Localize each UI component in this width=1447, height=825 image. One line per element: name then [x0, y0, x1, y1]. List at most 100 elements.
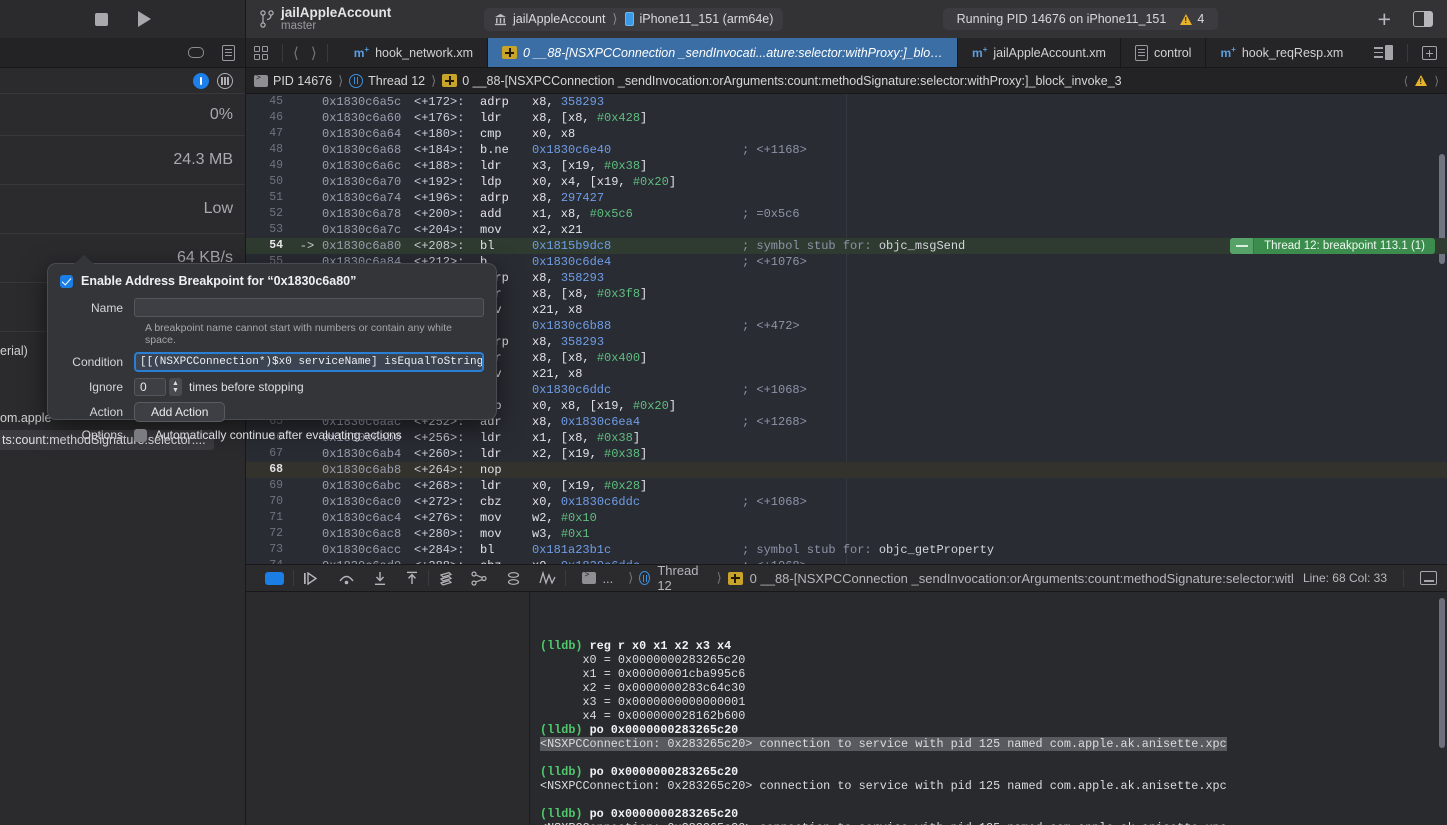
cpu-gauge-icon[interactable] [193, 72, 209, 89]
name-hint: A breakpoint name cannot start with numb… [145, 322, 453, 346]
list-icon[interactable] [222, 44, 235, 61]
assembly-line[interactable]: 45 0x1830c6a5c <+172>: adrp x8, 358293 [246, 94, 1447, 110]
tab-hook-network[interactable]: m+ hook_network.xm [340, 38, 489, 67]
add-editor-pane-icon[interactable] [1422, 45, 1437, 60]
assembly-line[interactable]: 73 0x1830c6acc <+284>: bl 0x181a23b1c; symbo… [246, 542, 1447, 558]
assembly-line[interactable]: 51 0x1830c6a74 <+196>: adrp x8, 297427 [246, 190, 1447, 206]
console-output-line: x4 = 0x000000028162b600 [540, 709, 1437, 723]
back-icon[interactable]: ⟨ [287, 44, 305, 62]
hide-console-button[interactable] [256, 571, 293, 585]
instruction-offset: <+272>: [414, 495, 465, 509]
assembly-line[interactable]: 69 0x1830c6abc <+268>: ldr x0, [x19, #0x28] [246, 478, 1447, 494]
continue-button[interactable] [294, 571, 329, 585]
memory-graph-button[interactable] [462, 570, 497, 586]
console-output[interactable]: (lldb) reg r x0 x1 x2 x3 x4 x0 = 0x00000… [530, 592, 1447, 825]
instruction-mnemonic: adrp [480, 95, 509, 109]
run-button[interactable] [137, 11, 151, 27]
assembly-line[interactable]: 49 0x1830c6a6c <+188>: ldr x3, [x19, #0x38] [246, 158, 1447, 174]
add-editor-icon[interactable]: + [1378, 7, 1391, 31]
name-input[interactable] [134, 298, 484, 317]
jumpbar-frame[interactable]: 0 __88-[NSXPCConnection _sendInvocation:… [442, 74, 1122, 88]
tab-control[interactable]: control [1121, 38, 1207, 67]
ignore-input[interactable]: 0 [134, 378, 166, 396]
step-over-icon [339, 575, 354, 585]
continue-icon [303, 571, 318, 585]
line-number: 48 [269, 143, 283, 156]
jumpbar-process[interactable]: PID 14676 [254, 74, 332, 88]
debug-thread-selector[interactable]: Thread 12 [639, 563, 710, 593]
assembly-line[interactable]: 50 0x1830c6a70 <+192>: ldp x0, x4, [x19, #0x… [246, 174, 1447, 190]
assembly-line[interactable]: 54 -> 0x1830c6a80 <+208>: bl 0x1815b9dc8; sym… [246, 238, 1447, 254]
tab-hook-reqresp[interactable]: m+ hook_reqResp.xm [1206, 38, 1357, 67]
assembly-line[interactable]: 71 0x1830c6ac4 <+276>: mov w2, #0x10 [246, 510, 1447, 526]
minimap-toggle-icon[interactable] [1374, 45, 1393, 60]
previous-issue-icon[interactable]: ⟨ [1404, 74, 1409, 88]
instruction-operands: x1, [x8, #0x38] [532, 431, 641, 445]
variables-view[interactable] [246, 592, 530, 825]
line-number: 50 [269, 175, 283, 188]
lldb-prompt: (lldb) [540, 723, 583, 737]
console-scrollbar[interactable] [1439, 598, 1445, 748]
toggle-console-icon[interactable] [1420, 571, 1438, 585]
divider [1407, 43, 1408, 62]
assembly-line[interactable]: 53 0x1830c6a7c <+204>: mov x2, x21 [246, 222, 1447, 238]
xcode-window: jailAppleAccount master jailAppleAccount… [0, 0, 1447, 825]
toggle-inspector-icon[interactable] [1413, 11, 1433, 27]
gauge-row-memory[interactable]: 24.3 MB [0, 136, 245, 185]
stop-button[interactable] [94, 12, 108, 26]
forward-icon[interactable]: ⟩ [305, 44, 323, 62]
gauge-row-cpu[interactable]: 0% [0, 94, 245, 136]
instruction-offset: <+280>: [414, 527, 465, 541]
assembly-line[interactable]: 46 0x1830c6a60 <+176>: ldr x8, [x8, #0x428] [246, 110, 1447, 126]
assembly-line[interactable]: 70 0x1830c6ac0 <+272>: cbz x0, 0x1830c6ddc; … [246, 494, 1447, 510]
instruction-mnemonic: mov [480, 527, 502, 541]
objc-file-icon: m+ [972, 45, 988, 60]
debug-frame-selector[interactable]: 0 __88-[NSXPCConnection _sendInvocation:… [727, 571, 1293, 586]
step-into-button[interactable] [364, 571, 396, 586]
console-output-line: <NSXPCConnection: 0x283265c20> connectio… [540, 737, 1437, 751]
breakpoint-annotation[interactable]: Thread 12: breakpoint 113.1 (1) [1230, 238, 1435, 254]
instruction-operands: x8, [x8, #0x3f8] [532, 287, 648, 301]
memory-gauge-icon[interactable] [217, 72, 233, 89]
tab-label: hook_network.xm [375, 45, 474, 60]
annotation-grip[interactable] [1230, 238, 1255, 254]
add-action-button[interactable]: Add Action [134, 402, 226, 422]
capsule-icon[interactable] [188, 47, 204, 58]
breakpoint-edit-popover[interactable]: Enable Address Breakpoint for “0x1830c6a… [47, 255, 497, 442]
assembly-line[interactable]: 48 0x1830c6a68 <+184>: b.ne 0x1830c6e40; <+1… [246, 142, 1447, 158]
jumpbar-thread[interactable]: Thread 12 [349, 73, 425, 88]
step-out-button[interactable] [396, 571, 428, 586]
debug-process-selector[interactable]: ... [573, 571, 622, 586]
assembly-line[interactable]: 68 0x1830c6ab8 <+264>: nop [246, 462, 1447, 478]
scheme-selector[interactable]: jailAppleAccount master [246, 5, 476, 33]
debug-bar-right: Line: 68 Col: 33 [1293, 569, 1438, 587]
simulate-location-button[interactable] [530, 571, 565, 585]
name-label: Name [90, 300, 123, 315]
condition-input[interactable]: [[(NSXPCConnection*)$x0 serviceName] isE… [134, 352, 484, 372]
environment-overrides-button[interactable] [497, 571, 530, 586]
instruction-operands: x8, [x8, #0x400] [532, 351, 648, 365]
next-issue-icon[interactable]: ⟩ [1434, 74, 1439, 88]
tab-breakpoint-frame[interactable]: 0 __88-[NSXPCConnection _sendInvocati...… [488, 38, 959, 67]
instruction-mnemonic: bl [480, 239, 495, 253]
view-hierarchy-button[interactable] [429, 571, 462, 586]
ignore-stepper[interactable]: ▲ ▼ [169, 378, 182, 396]
scheme-name: jailAppleAccount [281, 5, 392, 20]
step-over-button[interactable] [329, 571, 364, 585]
status-text: Running PID 14676 on iPhone11_151 [956, 12, 1167, 26]
tab-overview-icon[interactable] [254, 45, 268, 60]
console-output-line [540, 751, 1437, 765]
instruction-address: 0x1830c6ab4 [322, 447, 402, 461]
assembly-line[interactable]: 67 0x1830c6ab4 <+260>: ldr x2, [x19, #0x38] [246, 446, 1447, 462]
options-label: Options [81, 428, 123, 442]
assembly-line[interactable]: 47 0x1830c6a64 <+180>: cmp x0, x8 [246, 126, 1447, 142]
enable-breakpoint-checkbox[interactable] [60, 274, 73, 288]
auto-continue-checkbox[interactable] [134, 428, 147, 442]
warning-badge[interactable]: 4 [1180, 12, 1204, 26]
run-destination-selector[interactable]: jailAppleAccount ⟩ iPhone11_151 (arm64e) [484, 7, 784, 31]
tab-jailappleaccount[interactable]: m+ jailAppleAccount.xm [958, 38, 1121, 67]
process-icon [254, 74, 268, 87]
assembly-line[interactable]: 52 0x1830c6a78 <+200>: add x1, x8, #0x5c6; =… [246, 206, 1447, 222]
gauge-row-energy[interactable]: Low [0, 185, 245, 234]
assembly-line[interactable]: 72 0x1830c6ac8 <+280>: mov w3, #0x1 [246, 526, 1447, 542]
